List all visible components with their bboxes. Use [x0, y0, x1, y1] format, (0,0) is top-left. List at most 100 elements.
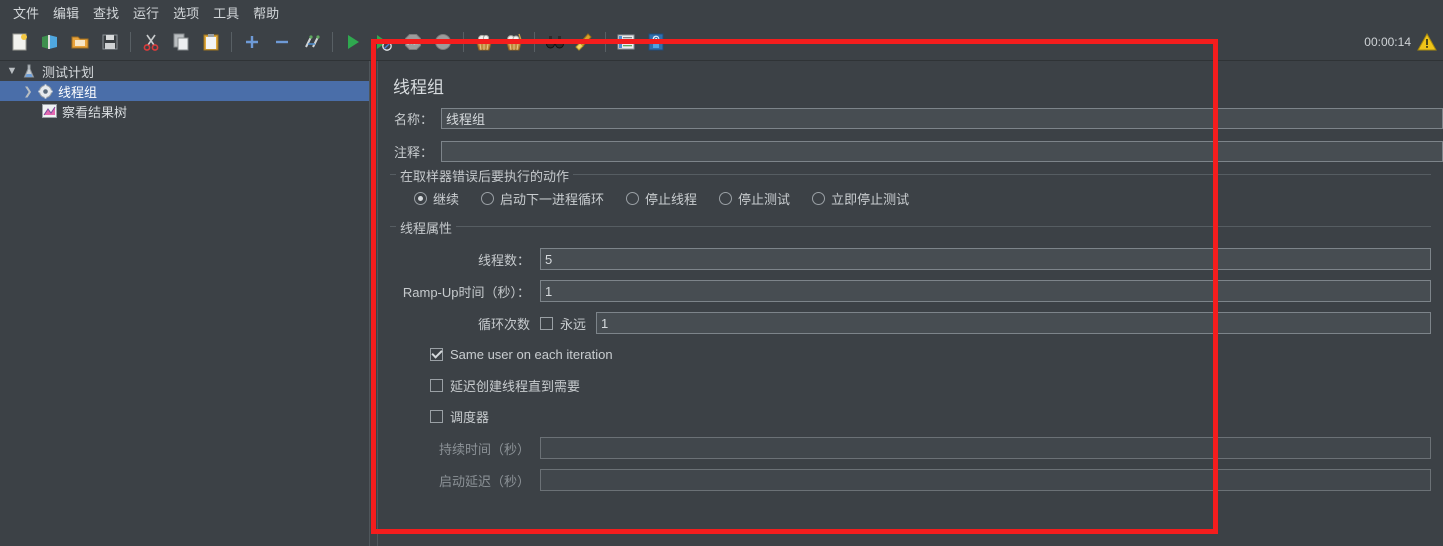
radio-stop-thread-label: 停止线程: [645, 192, 698, 207]
menu-help[interactable]: 帮助: [246, 1, 286, 24]
menu-bar: 文件 编辑 查找 运行 选项 工具 帮助: [0, 0, 1443, 24]
scheduler-box[interactable]: [430, 409, 443, 423]
toolbar-separator: [130, 32, 131, 52]
same-user-box[interactable]: [430, 347, 443, 361]
svg-text:STOP: STOP: [406, 41, 420, 47]
radio-stop-test-now-indicator[interactable]: [812, 192, 826, 205]
radio-start-next-loop-indicator[interactable]: [481, 192, 495, 205]
name-input[interactable]: [441, 107, 1443, 129]
toggle-icon[interactable]: [299, 29, 325, 55]
loop-forever-box[interactable]: [540, 316, 553, 330]
copy-icon[interactable]: [168, 29, 194, 55]
ramp-up-input[interactable]: [540, 280, 1431, 302]
save-icon[interactable]: [97, 29, 123, 55]
duration-input[interactable]: [540, 437, 1431, 459]
radio-stop-test-now-label: 立即停止测试: [831, 192, 910, 207]
cut-icon[interactable]: [138, 29, 164, 55]
num-threads-label: 线程数：: [477, 252, 530, 268]
shutdown-icon[interactable]: [430, 29, 456, 55]
collapse-icon[interactable]: [269, 29, 295, 55]
splitter-dot: [373, 429, 376, 432]
menu-tools[interactable]: 工具: [206, 1, 246, 24]
help-icon[interactable]: [643, 29, 669, 55]
thread-group-icon: [36, 83, 54, 99]
clear-all-icon[interactable]: [501, 29, 527, 55]
radio-stop-thread[interactable]: 停止线程: [626, 189, 697, 208]
stop-icon[interactable]: STOP: [400, 29, 426, 55]
toolbar-separator: [332, 32, 333, 52]
thread-group-editor: 线程组 名称： 注释： 在取样器错误后要执行的动作 继续 启动下一进: [378, 61, 1443, 546]
startup-delay-input[interactable]: [540, 469, 1431, 491]
radio-continue-label: 继续: [433, 192, 460, 207]
menu-run[interactable]: 运行: [126, 1, 166, 24]
search-reset-icon[interactable]: [572, 29, 598, 55]
start-icon[interactable]: [340, 29, 366, 55]
num-threads-row: 线程数：: [390, 245, 1431, 273]
start-no-pauses-icon[interactable]: [370, 29, 396, 55]
radio-continue-indicator[interactable]: [414, 192, 427, 205]
startup-delay-label: 启动延迟（秒）: [438, 473, 530, 489]
tree-node-thread-group[interactable]: ❯ 线程组: [0, 81, 369, 101]
duration-row: 持续时间（秒）: [390, 434, 1431, 462]
tree-node-label: 线程组: [58, 84, 98, 100]
search-icon[interactable]: [542, 29, 568, 55]
radio-continue[interactable]: 继续: [414, 189, 459, 208]
clear-icon[interactable]: [471, 29, 497, 55]
splitter-dot: [373, 435, 376, 438]
startup-delay-row: 启动延迟（秒）: [390, 466, 1431, 494]
name-label: 名称：: [393, 111, 433, 127]
name-field-row: 名称：: [378, 105, 1443, 131]
radio-start-next-loop-label: 启动下一进程循环: [500, 192, 605, 207]
menu-options[interactable]: 选项: [166, 1, 206, 24]
thread-properties-title: 线程属性: [396, 218, 457, 237]
radio-start-next-loop[interactable]: 启动下一进程循环: [481, 189, 604, 208]
menu-edit[interactable]: 编辑: [46, 1, 86, 24]
tree-node-view-results-tree[interactable]: 察看结果树: [0, 101, 369, 121]
panel-splitter[interactable]: [369, 61, 378, 546]
splitter-grip[interactable]: [373, 429, 376, 447]
scheduler-label: 调度器: [450, 409, 490, 425]
radio-stop-thread-indicator[interactable]: [626, 192, 640, 205]
thread-properties-body: 线程数： Ramp-Up时间（秒）： 循环次数 永远: [390, 231, 1431, 502]
chevron-right-icon[interactable]: ❯: [20, 85, 36, 98]
loop-count-label: 循环次数: [477, 316, 530, 332]
radio-stop-test-indicator[interactable]: [719, 192, 733, 205]
same-user-row[interactable]: Same user on each iteration: [390, 340, 1431, 368]
same-user-label: Same user on each iteration: [450, 346, 613, 362]
thread-properties-group: 线程属性 线程数： Ramp-Up时间（秒）： 循环次数 永远: [390, 218, 1431, 502]
function-helper-icon[interactable]: [613, 29, 639, 55]
page-title: 线程组: [393, 78, 444, 97]
on-sampler-error-radio-row: 继续 启动下一进程循环 停止线程 停止测试 立即停止测试: [390, 189, 1431, 208]
delayed-start-label: 延迟创建线程直到需要: [450, 378, 581, 394]
loop-count-input[interactable]: [596, 312, 1431, 334]
paste-icon[interactable]: [198, 29, 224, 55]
loop-forever-label: 永远: [560, 316, 587, 332]
expand-icon[interactable]: [239, 29, 265, 55]
view-results-tree-icon: [40, 103, 58, 119]
toolbar-separator: [605, 32, 606, 52]
chevron-down-icon[interactable]: ▼: [4, 65, 20, 77]
radio-stop-test-label: 停止测试: [738, 192, 791, 207]
menu-file[interactable]: 文件: [6, 1, 46, 24]
menu-search[interactable]: 查找: [86, 1, 126, 24]
delayed-start-row[interactable]: 延迟创建线程直到需要: [390, 371, 1431, 399]
comment-input[interactable]: [441, 140, 1443, 162]
splitter-dot: [373, 441, 376, 444]
new-icon[interactable]: [7, 29, 33, 55]
open-icon[interactable]: [67, 29, 93, 55]
radio-stop-test[interactable]: 停止测试: [719, 189, 790, 208]
toolbar: STOP 00:00:14: [0, 24, 1443, 61]
scheduler-row[interactable]: 调度器: [390, 402, 1431, 430]
radio-stop-test-now[interactable]: 立即停止测试: [812, 189, 909, 208]
tree-node-test-plan[interactable]: ▼ 测试计划: [0, 61, 369, 81]
elapsed-timer: 00:00:14: [1364, 35, 1411, 49]
templates-icon[interactable]: [37, 29, 63, 55]
delayed-start-box[interactable]: [430, 378, 443, 392]
test-plan-tree[interactable]: ▼ 测试计划 ❯ 线程组 察看结果树: [0, 61, 369, 546]
toolbar-separator: [231, 32, 232, 52]
num-threads-input[interactable]: [540, 248, 1431, 270]
toolbar-separator: [534, 32, 535, 52]
test-plan-icon: [20, 63, 38, 79]
loop-forever-checkbox[interactable]: 永远: [540, 314, 586, 333]
warning-triangle-icon[interactable]: [1417, 32, 1437, 52]
